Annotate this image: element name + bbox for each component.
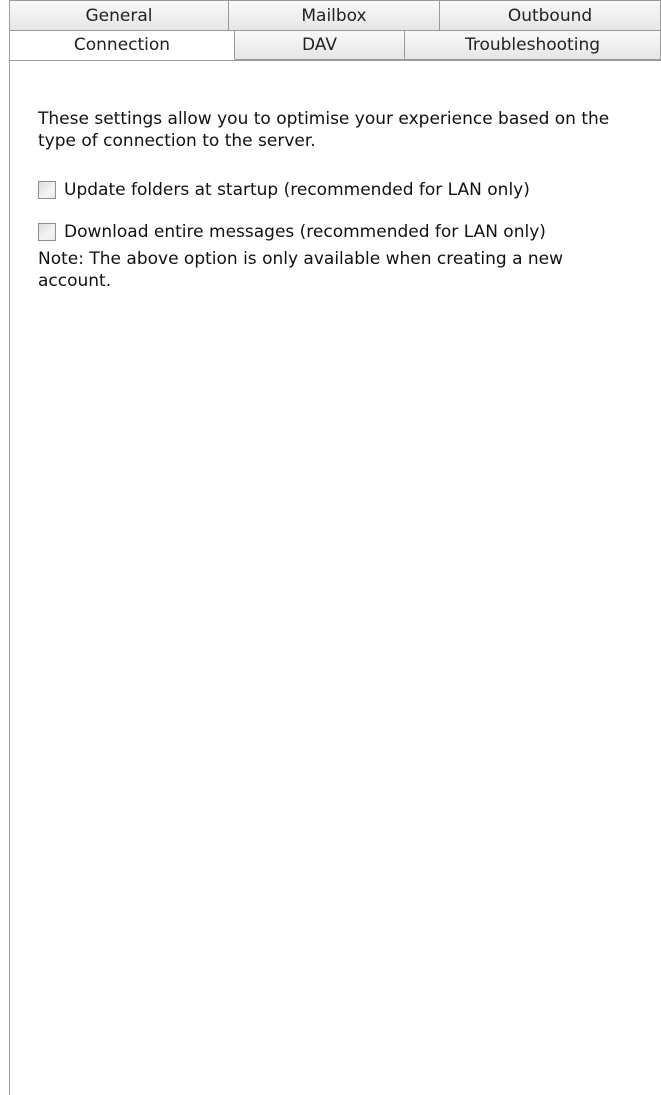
connection-panel: These settings allow you to optimise you… xyxy=(9,60,661,1095)
tab-mailbox[interactable]: Mailbox xyxy=(229,0,440,30)
tab-outbound[interactable]: Outbound xyxy=(440,0,661,30)
tab-connection[interactable]: Connection xyxy=(9,30,235,60)
account-settings-window: General Mailbox Outbound Connection DAV … xyxy=(0,0,661,1095)
download-messages-option[interactable]: Download entire messages (recommended fo… xyxy=(38,220,638,244)
update-folders-label[interactable]: Update folders at startup (recommended f… xyxy=(64,179,530,201)
update-folders-checkbox[interactable] xyxy=(38,181,56,199)
connection-content: These settings allow you to optimise you… xyxy=(38,108,638,292)
tab-general[interactable]: General xyxy=(9,0,229,30)
tab-troubleshooting[interactable]: Troubleshooting xyxy=(405,30,661,60)
download-messages-label[interactable]: Download entire messages (recommended fo… xyxy=(64,221,546,243)
download-messages-checkbox[interactable] xyxy=(38,223,56,241)
intro-text: These settings allow you to optimise you… xyxy=(38,109,610,151)
tab-row-front: Connection DAV Troubleshooting xyxy=(9,30,661,60)
update-folders-option[interactable]: Update folders at startup (recommended f… xyxy=(38,178,638,202)
tab-row-back: General Mailbox Outbound xyxy=(9,0,661,30)
note-text: Note: The above option is only available… xyxy=(38,249,564,291)
tab-dav[interactable]: DAV xyxy=(235,30,405,60)
